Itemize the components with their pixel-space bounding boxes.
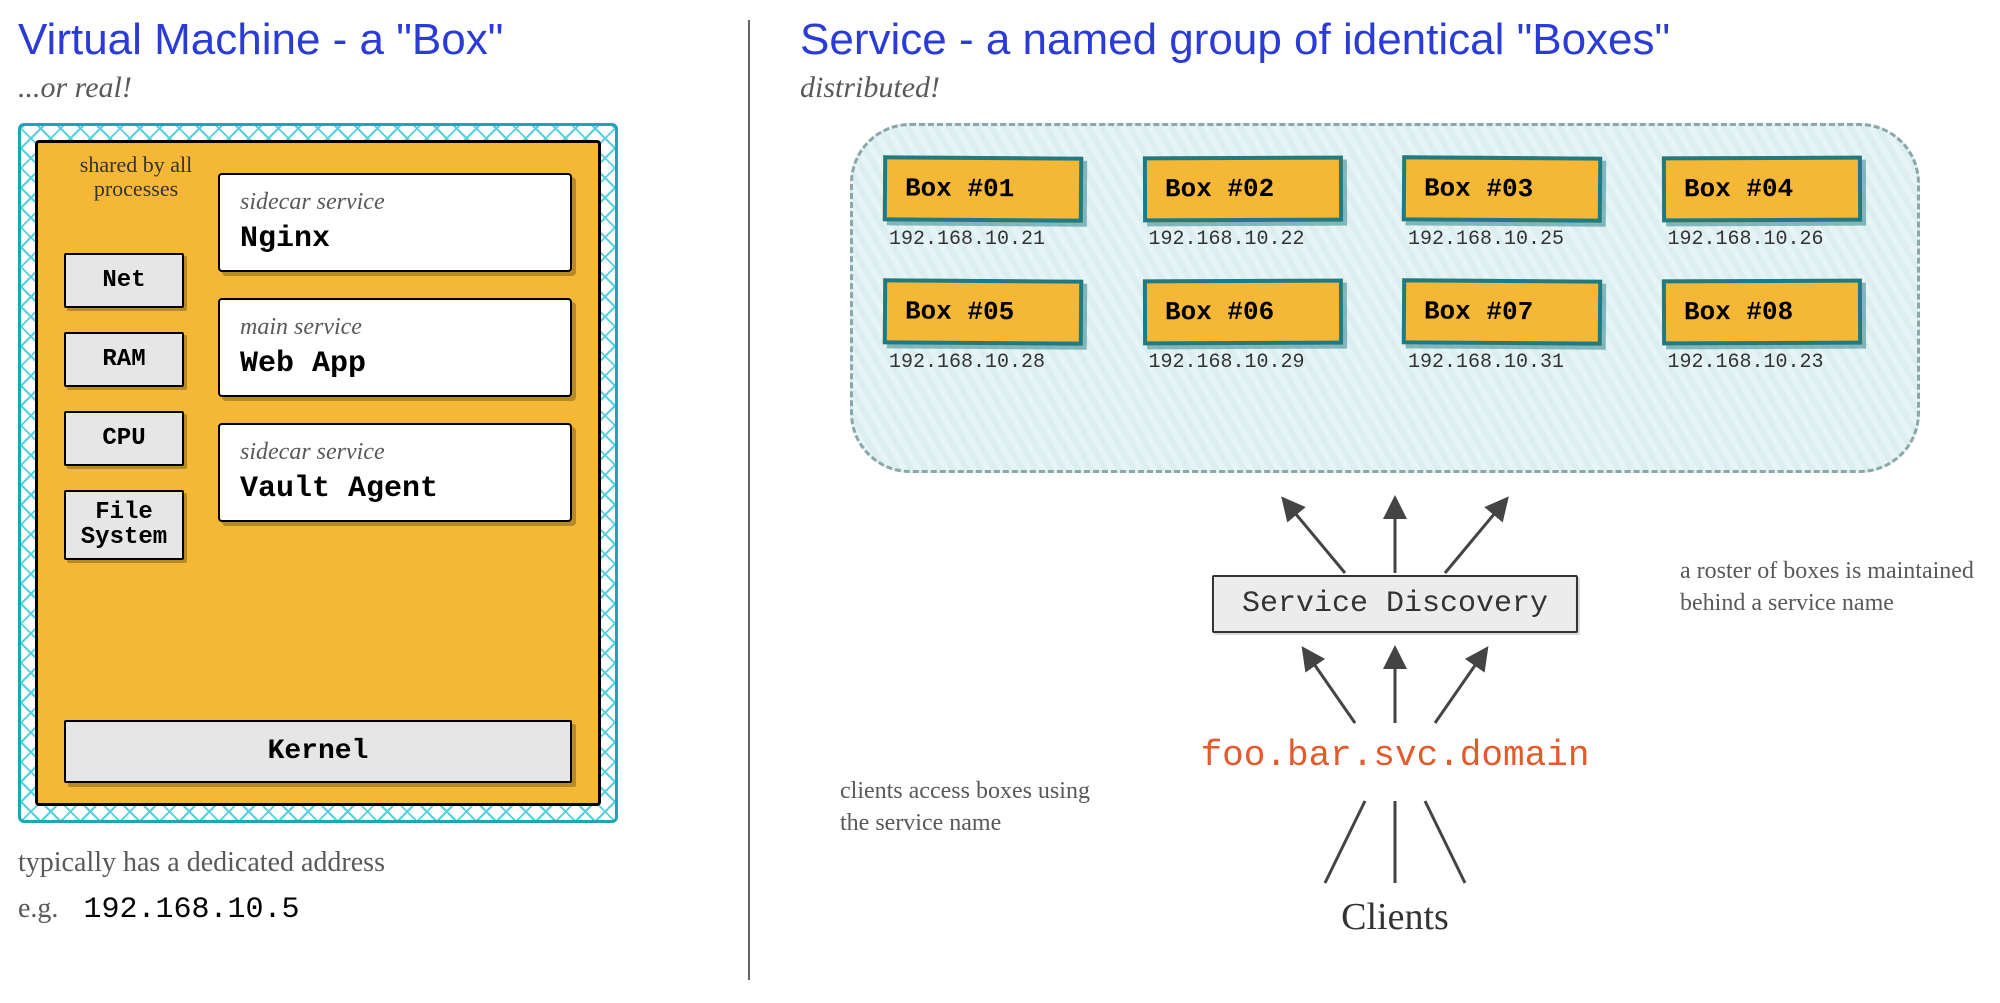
vm-ip-line: e.g. 192.168.10.5 [18, 893, 638, 927]
arrows-clients-to-name [1265, 795, 1525, 885]
service-box: Box #03 [1402, 155, 1602, 222]
vm-resource-column: Net RAM CPU File System [64, 253, 184, 560]
clients-label: Clients [1341, 895, 1449, 939]
box-cell: Box #07 192.168.10.31 [1402, 279, 1628, 374]
roster-note: a roster of boxes is maintained behind a… [1680, 555, 1980, 620]
vertical-divider [748, 20, 750, 980]
clients-note: clients access boxes using the service n… [840, 775, 1120, 840]
box-cell: Box #02 192.168.10.22 [1143, 156, 1369, 251]
service-discovery-box: Service Discovery [1212, 575, 1578, 633]
vm-dedicated-address-note: typically has a dedicated address [18, 847, 638, 879]
vm-subtitle: ...or real! [18, 71, 638, 105]
service-title: Service - a named group of identical "Bo… [800, 15, 1990, 65]
vm-body: shared by all processes Net RAM CPU File… [35, 140, 601, 806]
vm-resource-cpu: CPU [64, 411, 184, 466]
service-box-ip: 192.168.10.23 [1662, 351, 1824, 374]
vm-service-name: Vault Agent [240, 472, 550, 506]
box-cell: Box #08 192.168.10.23 [1662, 279, 1888, 374]
vm-title: Virtual Machine - a "Box" [18, 15, 638, 65]
vm-shared-label: shared by all processes [66, 153, 206, 201]
service-box-ip: 192.168.10.22 [1143, 228, 1305, 251]
arrows-sd-to-boxes [1245, 495, 1545, 575]
service-box-ip: 192.168.10.21 [883, 228, 1045, 251]
service-box: Box #05 [883, 278, 1083, 345]
vm-kernel: Kernel [64, 720, 572, 783]
box-cell: Box #06 192.168.10.29 [1143, 279, 1369, 374]
service-box: Box #02 [1142, 156, 1342, 223]
service-subtitle: distributed! [800, 71, 1990, 105]
vm-service-name: Nginx [240, 222, 550, 256]
vm-service-tag: sidecar service [240, 439, 550, 466]
box-cell: Box #03 192.168.10.25 [1402, 156, 1628, 251]
service-panel: Service - a named group of identical "Bo… [800, 15, 1990, 473]
service-box: Box #04 [1661, 156, 1861, 223]
service-box-ip: 192.168.10.25 [1402, 228, 1564, 251]
vm-service-column: sidecar service Nginx main service Web A… [218, 173, 572, 522]
service-box-ip: 192.168.10.31 [1402, 351, 1564, 374]
service-cloud: Box #01 192.168.10.21 Box #02 192.168.10… [850, 123, 1920, 473]
service-box: Box #08 [1661, 279, 1861, 346]
vm-ip-label: e.g. [18, 893, 58, 924]
vm-service-webapp: main service Web App [218, 298, 572, 397]
vm-resource-ram: RAM [64, 332, 184, 387]
vm-service-tag: sidecar service [240, 189, 550, 216]
service-box: Box #07 [1402, 278, 1602, 345]
service-box-ip: 192.168.10.26 [1662, 228, 1824, 251]
arrows-name-to-sd [1245, 645, 1545, 725]
vm-hatch-border: shared by all processes Net RAM CPU File… [18, 123, 618, 823]
vm-resource-net: Net [64, 253, 184, 308]
box-cell: Box #01 192.168.10.21 [883, 156, 1109, 251]
vm-service-name: Web App [240, 347, 550, 381]
box-grid: Box #01 192.168.10.21 Box #02 192.168.10… [883, 156, 1887, 374]
service-box: Box #06 [1142, 279, 1342, 346]
vm-service-nginx: sidecar service Nginx [218, 173, 572, 272]
vm-resource-fs: File System [64, 490, 184, 560]
vm-panel: Virtual Machine - a "Box" ...or real! sh… [18, 15, 638, 927]
service-box-ip: 192.168.10.28 [883, 351, 1045, 374]
service-box: Box #01 [883, 155, 1083, 222]
service-dns-name: foo.bar.svc.domain [1201, 735, 1590, 776]
box-cell: Box #05 192.168.10.28 [883, 279, 1109, 374]
vm-service-tag: main service [240, 314, 550, 341]
vm-service-vault: sidecar service Vault Agent [218, 423, 572, 522]
vm-ip-value: 192.168.10.5 [83, 893, 299, 927]
service-box-ip: 192.168.10.29 [1143, 351, 1305, 374]
box-cell: Box #04 192.168.10.26 [1662, 156, 1888, 251]
